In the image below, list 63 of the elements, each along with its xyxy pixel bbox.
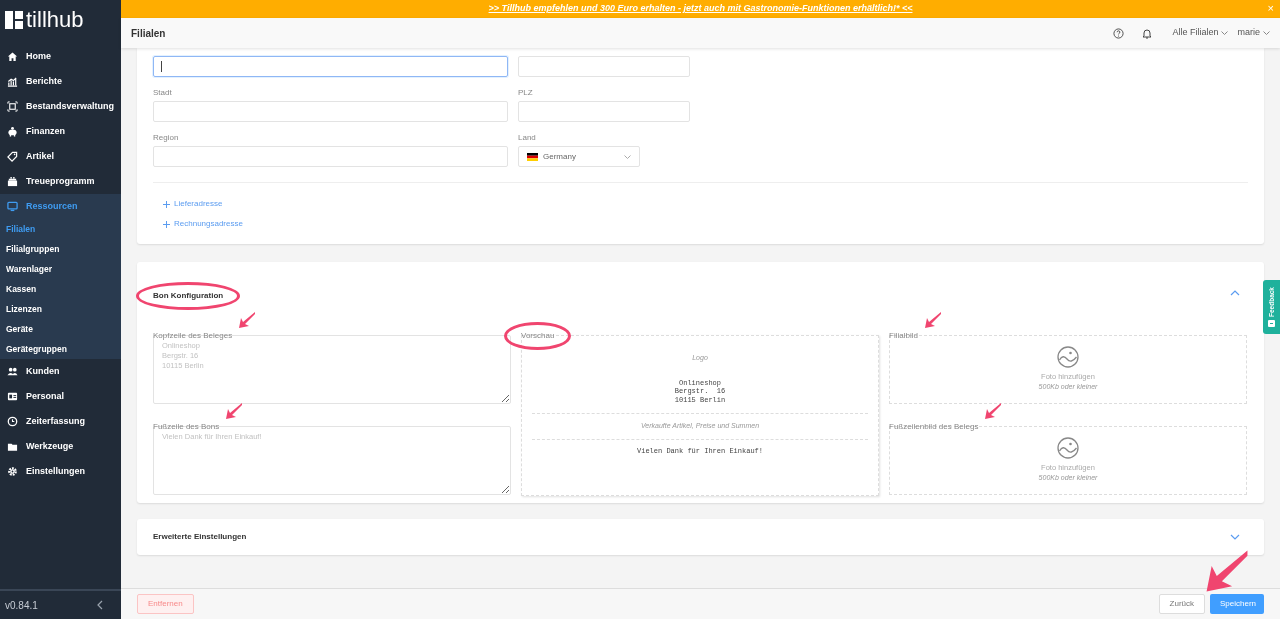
collapse-icon[interactable] [96,600,104,610]
sidebar-subitem[interactable]: Filialgruppen [0,239,121,259]
field-label: Vorschau [521,330,555,342]
field-label: PLZ [518,89,534,99]
sidebar-item[interactable]: Werkzeuge [0,434,121,459]
id-card-icon [7,391,18,402]
chevron-down-icon [1263,31,1270,35]
sidebar-item[interactable]: Treueprogramm [0,169,121,194]
field-label: Region [153,134,180,144]
sidebar-item[interactable]: Home [0,44,121,69]
settings-icon [7,466,18,477]
sidebar-item[interactable]: Personal [0,384,121,409]
field-label: Land [518,134,537,144]
logo-text: tillhub [26,9,84,31]
sidebar-item[interactable]: Zeiterfassung [0,409,121,434]
home-icon [7,51,18,62]
sidebar-item[interactable]: Bestandsverwaltung [0,94,121,119]
sidebar-subitem[interactable]: Geräte [0,319,121,339]
sidebar-item[interactable]: Berichte [0,69,121,94]
page-title: Filialen [131,26,166,41]
people-icon [7,366,18,377]
section-title: Bon Konfiguration [153,290,224,302]
scan-icon [7,101,18,112]
store-dropdown[interactable]: Alle Filialen [1172,26,1229,40]
image-icon [1057,346,1079,369]
sidebar-item[interactable]: Ressourcen [0,194,121,219]
advanced-settings-card[interactable]: Erweiterte Einstellungen [137,519,1264,555]
text-cursor [161,61,162,72]
sidebar-subitem[interactable]: Kassen [0,279,121,299]
text-field[interactable] [153,56,508,77]
folder-icon [7,441,18,452]
sidebar-subitem[interactable]: Lizenzen [0,299,121,319]
monitor-icon [7,201,18,212]
version-text: v0.84.1 [5,598,38,613]
sidebar-subitem[interactable]: Warenlager [0,259,121,279]
expand-chevron-icon[interactable] [1230,534,1240,540]
chart-icon [7,76,18,87]
clock-icon [7,416,18,427]
sidebar-subitem[interactable]: Gerätegruppen [0,339,121,359]
sidebar-subitem[interactable]: Filialen [0,219,121,239]
user-dropdown[interactable]: marie [1237,26,1270,40]
tag-icon [7,151,18,162]
chevron-down-icon [624,154,631,159]
chevron-down-icon [1221,31,1229,35]
plus-icon [163,220,170,228]
collapse-chevron-icon[interactable] [1230,290,1240,296]
help-icon[interactable] [1113,27,1125,39]
sidebar-item[interactable]: Einstellungen [0,459,121,484]
sidebar-item[interactable]: Artikel [0,144,121,169]
gift-icon [7,176,18,187]
bell-icon[interactable] [1142,27,1153,39]
image-icon [1057,437,1079,460]
section-title: Erweiterte Einstellungen [153,531,247,543]
german-flag-icon [527,152,538,161]
back-button[interactable]: Zurück [1158,594,1205,614]
logo-icon [5,11,23,29]
field-label: Stadt [153,89,173,99]
plus-icon [163,200,170,208]
sidebar-item[interactable]: Finanzen [0,119,121,144]
sidebar-item[interactable]: Kunden [0,359,121,384]
feedback-icon [1268,320,1275,327]
country-select[interactable]: Germany [518,146,640,167]
piggy-bank-icon [7,126,18,137]
